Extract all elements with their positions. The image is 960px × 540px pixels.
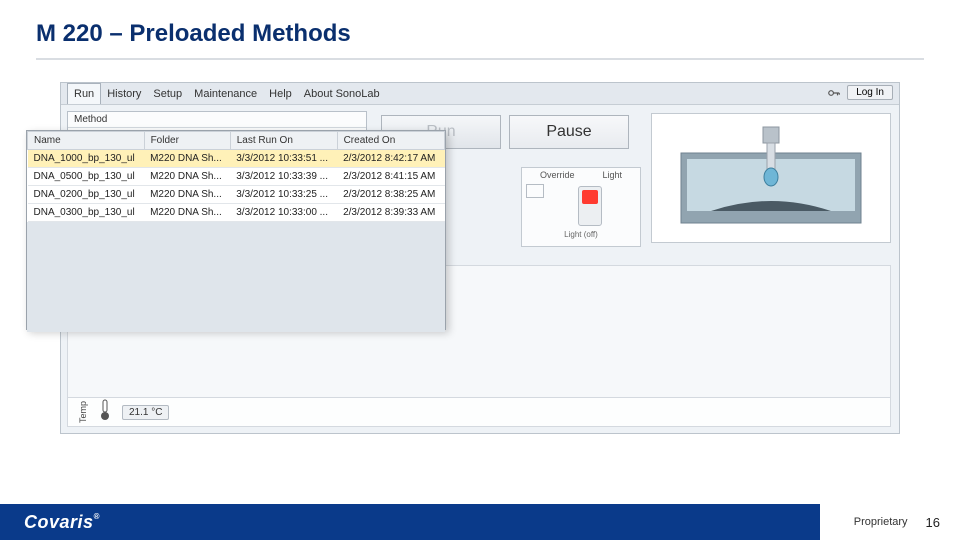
instrument-diagram — [651, 113, 891, 243]
key-icon — [827, 86, 841, 100]
light-label: Light — [602, 170, 622, 180]
thermometer-icon — [98, 399, 112, 426]
proprietary-label: Proprietary — [854, 516, 908, 528]
menu-about[interactable]: About SonoLab — [298, 83, 386, 104]
menu-run[interactable]: Run — [67, 83, 101, 104]
control-box: Override Light Light (off) — [521, 167, 641, 247]
slide-title: M 220 – Preloaded Methods — [36, 20, 351, 48]
title-rule — [36, 58, 924, 60]
pause-button[interactable]: Pause — [509, 115, 629, 149]
override-checkbox[interactable] — [526, 184, 544, 198]
col-folder[interactable]: Folder — [144, 132, 230, 150]
method-label: Method — [68, 112, 366, 128]
light-switch[interactable] — [578, 186, 602, 226]
footer-right: Proprietary 16 — [820, 504, 960, 540]
table-empty-area — [27, 222, 445, 332]
table-row[interactable]: DNA_0200_bp_130_ulM220 DNA Sh...3/3/2012… — [28, 186, 445, 204]
menu-setup[interactable]: Setup — [147, 83, 188, 104]
temp-strip: Temp 21.1 °C — [67, 397, 891, 427]
login-button[interactable]: Log In — [847, 85, 893, 100]
menu-maintenance[interactable]: Maintenance — [188, 83, 263, 104]
col-lastrun[interactable]: Last Run On — [230, 132, 337, 150]
method-browser-popup: Name Folder Last Run On Created On DNA_1… — [26, 130, 446, 330]
override-label: Override — [540, 170, 575, 180]
menubar: Run History Setup Maintenance Help About… — [61, 83, 899, 105]
method-table: Name Folder Last Run On Created On DNA_1… — [27, 131, 445, 222]
brand-logo: Covaris® — [24, 512, 100, 533]
table-row[interactable]: DNA_0300_bp_130_ulM220 DNA Sh...3/3/2012… — [28, 204, 445, 222]
col-created[interactable]: Created On — [337, 132, 444, 150]
table-row[interactable]: DNA_1000_bp_130_ulM220 DNA Sh...3/3/2012… — [28, 150, 445, 168]
temp-value: 21.1 °C — [122, 405, 169, 420]
table-row[interactable]: DNA_0500_bp_130_ulM220 DNA Sh...3/3/2012… — [28, 168, 445, 186]
page-number: 16 — [926, 515, 940, 530]
footer-bar: Covaris® — [0, 504, 960, 540]
light-off-label: Light (off) — [522, 230, 640, 239]
menu-help[interactable]: Help — [263, 83, 298, 104]
col-name[interactable]: Name — [28, 132, 145, 150]
temp-axis-label: Temp — [78, 401, 88, 423]
menu-history[interactable]: History — [101, 83, 147, 104]
